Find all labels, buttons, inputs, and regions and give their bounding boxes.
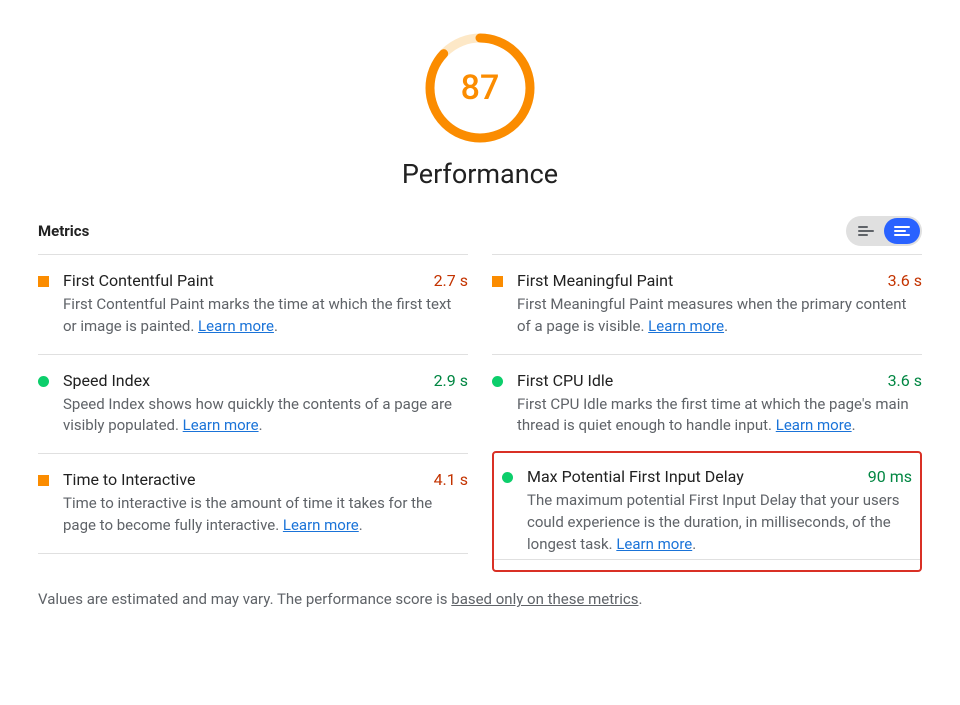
average-icon xyxy=(38,475,49,486)
metric-title: First CPU Idle xyxy=(517,371,613,390)
average-icon xyxy=(492,276,503,287)
metric-value: 3.6 s xyxy=(888,371,922,390)
footnote-text-end: . xyxy=(638,590,642,608)
learn-more-link[interactable]: Learn more xyxy=(776,416,852,434)
metric-row: First CPU Idle 3.6 s First CPU Idle marks … xyxy=(492,354,922,454)
metric-description: Time to interactive is the amount of tim… xyxy=(63,493,468,537)
learn-more-link[interactable]: Learn more xyxy=(648,317,724,335)
pass-icon xyxy=(38,376,49,387)
metric-description: Speed Index shows how quickly the conten… xyxy=(63,394,468,438)
footnote-link[interactable]: based only on these metrics xyxy=(451,590,638,608)
score-value: 87 xyxy=(424,32,536,144)
pass-icon xyxy=(502,472,513,483)
average-icon xyxy=(38,276,49,287)
pass-icon xyxy=(492,376,503,387)
metric-value: 4.1 s xyxy=(434,470,468,489)
learn-more-link[interactable]: Learn more xyxy=(283,516,359,534)
metrics-heading: Metrics xyxy=(38,222,89,240)
category-title: Performance xyxy=(402,158,558,190)
metric-value: 90 ms xyxy=(868,467,912,486)
metric-row: Speed Index 2.9 s Speed Index shows how qu… xyxy=(38,354,468,454)
highlighted-metric: Max Potential First Input Delay 90 ms The … xyxy=(492,451,922,572)
learn-more-link[interactable]: Learn more xyxy=(183,416,259,434)
metric-value: 2.7 s xyxy=(434,271,468,290)
metric-row: First Contentful Paint 2.7 s First Content… xyxy=(38,254,468,354)
metric-description: First Contentful Paint marks the time at… xyxy=(63,294,468,338)
metric-description: First Meaningful Paint measures when the… xyxy=(517,294,922,338)
learn-more-link[interactable]: Learn more xyxy=(616,535,692,553)
metric-title: Time to Interactive xyxy=(63,470,195,489)
metrics-column-left: First Contentful Paint 2.7 s First Content… xyxy=(38,254,468,572)
metrics-column-right: First Meaningful Paint 3.6 s First Meaning… xyxy=(492,254,922,572)
metric-title: Max Potential First Input Delay xyxy=(527,467,744,486)
footnote-text: Values are estimated and may vary. The p… xyxy=(38,590,451,608)
expand-view-button[interactable] xyxy=(884,218,920,244)
view-toggle xyxy=(846,216,922,246)
learn-more-link[interactable]: Learn more xyxy=(198,317,274,335)
footnote: Values are estimated and may vary. The p… xyxy=(38,590,922,608)
metric-row: First Meaningful Paint 3.6 s First Meaning… xyxy=(492,254,922,354)
metric-description: The maximum potential First Input Delay … xyxy=(527,490,912,555)
metric-value: 2.9 s xyxy=(434,371,468,390)
metric-description: First CPU Idle marks the first time at w… xyxy=(517,394,922,438)
metric-row: Time to Interactive 4.1 s Time to interact… xyxy=(38,453,468,554)
score-gauge: 87 xyxy=(424,32,536,144)
metric-title: First Contentful Paint xyxy=(63,271,214,290)
metric-value: 3.6 s xyxy=(888,271,922,290)
metric-title: First Meaningful Paint xyxy=(517,271,673,290)
metric-title: Speed Index xyxy=(63,371,150,390)
score-gauge-section: 87 Performance xyxy=(38,32,922,190)
metric-row: Max Potential First Input Delay 90 ms The … xyxy=(494,463,920,560)
collapse-view-button[interactable] xyxy=(848,218,884,244)
